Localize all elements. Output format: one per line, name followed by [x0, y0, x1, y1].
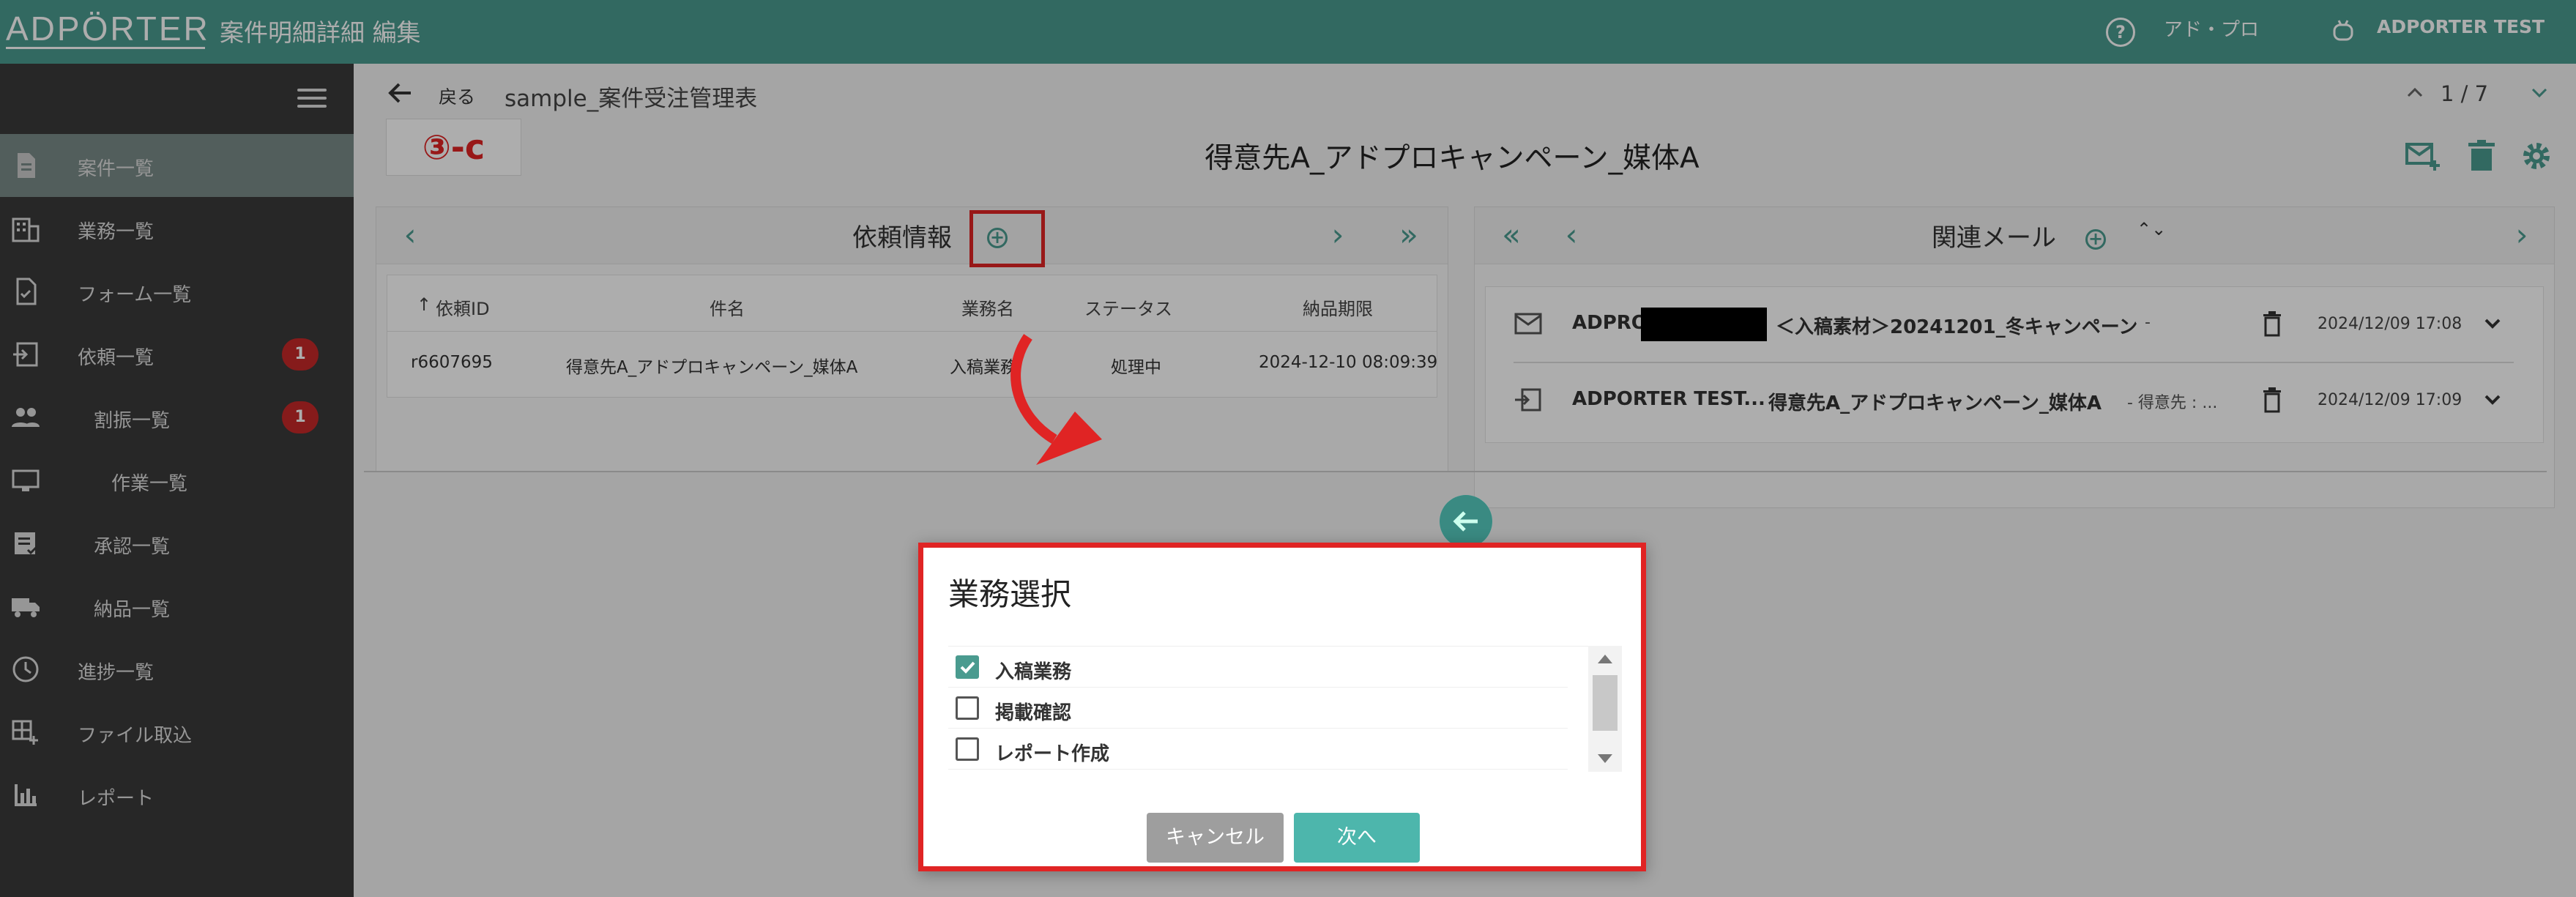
task-option[interactable]: 入稿業務 [948, 647, 1568, 688]
task-option-label: 掲載確認 [995, 702, 1072, 724]
scroll-down-icon[interactable] [1598, 754, 1612, 763]
task-option-list: 入稿業務 掲載確認 レポート作成 [948, 646, 1590, 772]
scrollbar-thumb[interactable] [1593, 675, 1618, 731]
task-option-label: レポート作成 [995, 743, 1110, 765]
checkbox[interactable] [956, 696, 979, 720]
option-list-scrollbar[interactable] [1588, 646, 1622, 772]
next-button[interactable]: 次へ [1294, 813, 1420, 863]
checkbox[interactable] [956, 737, 979, 761]
scroll-up-icon[interactable] [1598, 655, 1612, 663]
cancel-button[interactable]: キャンセル [1147, 813, 1284, 863]
task-option[interactable]: レポート作成 [948, 729, 1568, 770]
annotation-arrow-icon [1010, 334, 1102, 465]
checkbox-checked[interactable] [956, 655, 979, 679]
task-select-dialog: 業務選択 入稿業務 掲載確認 レポート作成 キャンセル 次へ [918, 543, 1646, 871]
arrow-left-fab-icon[interactable] [1440, 495, 1492, 548]
dialog-title: 業務選択 [948, 576, 1072, 612]
check-icon [960, 661, 975, 674]
task-option[interactable]: 掲載確認 [948, 688, 1568, 729]
task-option-label: 入稿業務 [995, 661, 1072, 683]
